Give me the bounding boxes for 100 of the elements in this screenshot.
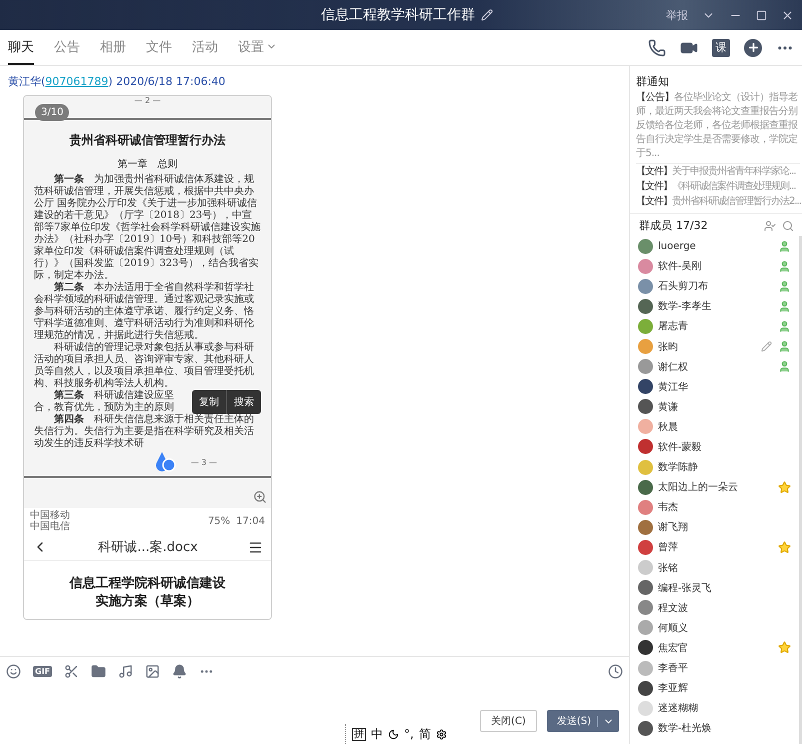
member-name: 数学陈静 <box>658 461 698 474</box>
notice-item[interactable]: 【文件】《科研诚信案件调查处理规则... <box>636 179 800 194</box>
tab[interactable]: 设置 <box>238 30 277 65</box>
add-button[interactable] <box>744 38 762 56</box>
notice-item[interactable]: 【文件】贵州省科研诚信管理暂行办法2... <box>636 194 800 209</box>
member-item[interactable]: 数学-杜光焕 <box>638 718 791 738</box>
avatar-icon <box>638 258 653 274</box>
avatar-icon <box>638 660 653 676</box>
image-icon[interactable] <box>145 664 160 678</box>
close-button[interactable]: 关闭(C) <box>480 710 537 732</box>
gif-button[interactable]: GIF <box>33 666 52 676</box>
member-name: 焦宏官 <box>658 642 688 655</box>
member-manage-icon[interactable] <box>764 220 776 232</box>
selection-handle-icon[interactable] <box>154 452 177 472</box>
ime-punctuation[interactable]: °, <box>404 727 414 741</box>
member-item[interactable]: 谢飞翔 <box>638 517 791 538</box>
member-item[interactable]: luoerge <box>638 236 791 256</box>
tab[interactable]: 相册 <box>100 30 126 65</box>
avatar-icon <box>638 520 653 535</box>
member-item[interactable]: 编程-张灵飞 <box>638 578 791 598</box>
notice-item[interactable]: 【公告】各位毕业论文（设计）指导老师，最近两天我会将论文查重报告分别反馈给各位老师，各位老师根据查重报告自行决定学生是否需要修改，学院定于5... <box>636 91 800 164</box>
member-name: 何顺义 <box>658 622 688 635</box>
moon-icon[interactable] <box>388 728 399 740</box>
popup-option[interactable]: 复制 <box>192 390 226 414</box>
member-item[interactable]: 张昀 <box>638 336 791 357</box>
member-count: 17/32 <box>676 219 708 232</box>
avatar-icon <box>638 439 653 454</box>
member-item[interactable]: 谢仁权 <box>638 356 791 377</box>
maximize-icon[interactable] <box>756 10 767 20</box>
menu-icon[interactable] <box>248 540 263 554</box>
plus-icon <box>746 41 760 54</box>
member-name: 石头剪刀布 <box>658 280 708 294</box>
clock-icon[interactable] <box>608 664 623 678</box>
member-item[interactable]: 程文波 <box>638 598 791 618</box>
popup-option[interactable]: 搜索 <box>226 390 261 414</box>
member-item[interactable]: 韦杰 <box>638 497 791 518</box>
ime-language[interactable]: 中 <box>371 726 383 742</box>
ime-script[interactable]: 简 <box>418 726 431 742</box>
document-line: 合，教育优先，预防为主的原则 <box>34 402 174 414</box>
send-button[interactable]: 发送(S) <box>546 710 619 732</box>
scissors-icon[interactable] <box>64 664 80 678</box>
member-item[interactable]: 迷迷糊糊 <box>638 698 791 718</box>
page-counter: 3/10 <box>35 104 70 121</box>
avatar-icon <box>638 460 653 475</box>
search-icon[interactable] <box>782 220 794 232</box>
close-icon[interactable] <box>781 8 794 22</box>
member-item[interactable]: 秋晨 <box>638 416 791 437</box>
status-time: 17:04 <box>236 516 265 526</box>
member-name: 秋晨 <box>658 420 678 434</box>
file-title: 科研诚...案.docx <box>98 539 198 556</box>
document-paragraph: 第四条 科研失信信息来源于相关责任主体的失信行为。失信行为主要是指在科学研究及相关活动发生的违反科学技术研 <box>34 414 255 450</box>
folder-icon[interactable] <box>91 664 106 678</box>
avatar-icon <box>638 640 653 656</box>
member-item[interactable]: 太阳边上的一朵云 <box>638 477 791 498</box>
member-item[interactable]: 黄谦 <box>638 396 791 417</box>
document-paragraph: 第一条 为加强贵州省科研诚信体系建设，规范科研诚信管理，开展失信惩戒，根据中共中央办公厅 国务院办公厅印发《关于进一步加强科研诚信建设的若干意见》（厅字〔2018〕23号），中宣部等7家单位印发《哲学社会科学科研诚信建设实施办法》（社科办字〔2019〕10号）和科技部等20家单位印发《科研诚信案件调查处理规则（试行）》（国科发监〔2019〕323号），结合我省实际，制定本办法。 <box>34 174 261 282</box>
member-item[interactable]: 李香平 <box>638 658 791 678</box>
member-item[interactable]: 张铭 <box>638 558 791 578</box>
avatar-icon <box>638 379 653 394</box>
phone-icon[interactable] <box>648 38 666 56</box>
notice-item[interactable]: 【文件】关于申报贵州省青年科学家论... <box>636 164 800 179</box>
tab[interactable]: 活动 <box>192 30 218 65</box>
avatar-icon <box>638 620 653 636</box>
tab[interactable]: 文件 <box>146 30 172 65</box>
course-button[interactable]: 课 <box>712 38 730 56</box>
document-heading: 实施方案（草案） <box>94 593 200 611</box>
member-item[interactable]: 软件-蒙毅 <box>638 436 791 458</box>
avatar-icon <box>638 720 653 736</box>
member-item[interactable]: 何顺义 <box>638 618 791 638</box>
member-item[interactable]: 李亚辉 <box>638 678 791 698</box>
member-item[interactable]: 软件-吴刚 <box>638 256 791 276</box>
avatar-icon <box>638 680 653 696</box>
member-item[interactable]: 石头剪刀布 <box>638 276 791 296</box>
ime-mode[interactable]: 拼 <box>352 728 366 740</box>
member-item[interactable]: 数学陈静 <box>638 457 791 478</box>
tab[interactable]: 聊天 <box>8 30 34 65</box>
member-name: 程文波 <box>658 602 688 615</box>
member-item[interactable]: 焦宏官 <box>638 638 791 658</box>
member-name: 太阳边上的一朵云 <box>658 480 738 494</box>
member-item[interactable]: 曾萍 <box>638 537 791 558</box>
tab[interactable]: 公告 <box>54 30 80 65</box>
member-item[interactable]: 屠志青 <box>638 316 791 336</box>
member-item[interactable]: 数学-李孝生 <box>638 296 791 316</box>
settings-icon[interactable] <box>436 728 447 740</box>
page-number: — 3 — <box>190 458 217 466</box>
zoom-in-icon[interactable] <box>253 490 267 504</box>
bell-icon[interactable] <box>172 664 188 678</box>
edit-icon[interactable] <box>481 9 493 21</box>
avatar-icon <box>638 278 653 294</box>
avatar-icon <box>638 419 653 434</box>
member-name: 李香平 <box>658 662 688 676</box>
member-name: 黄江华 <box>658 380 688 394</box>
emoji-icon[interactable] <box>6 664 21 678</box>
member-name: 屠志青 <box>658 320 688 334</box>
avatar-icon <box>638 238 653 254</box>
member-item[interactable]: 黄江华 <box>638 376 791 397</box>
report-link[interactable]: 举报 <box>666 8 688 22</box>
music-icon[interactable] <box>118 664 134 678</box>
member-name: 软件-蒙毅 <box>658 440 702 454</box>
section-title: 群成员 <box>639 218 672 233</box>
